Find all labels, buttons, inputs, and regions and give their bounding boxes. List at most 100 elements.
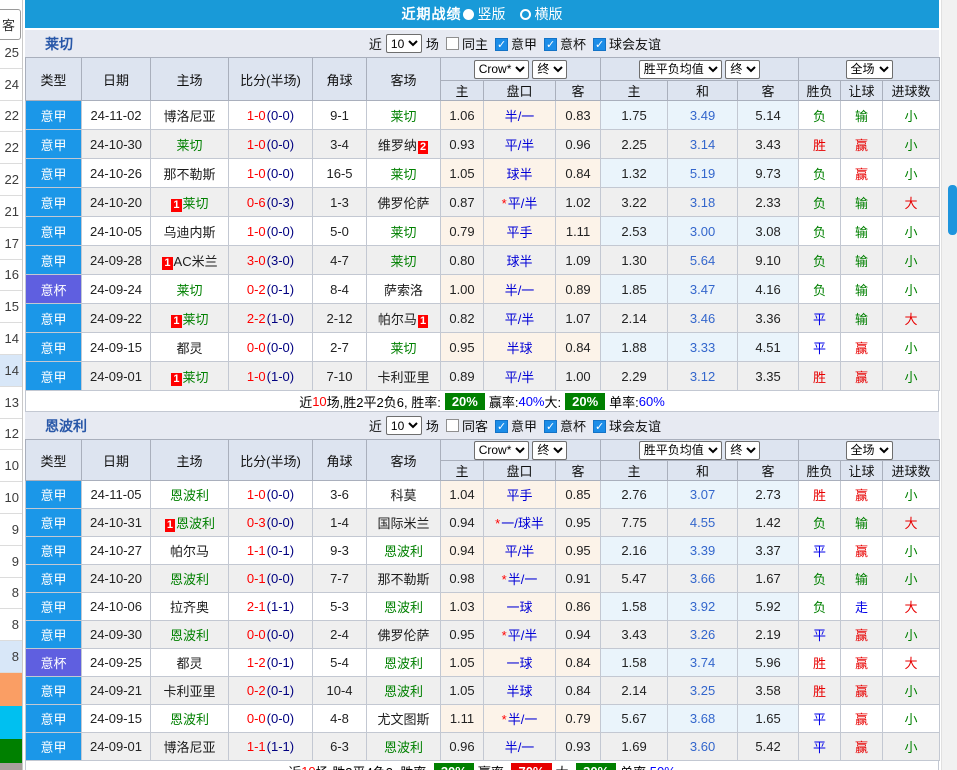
away-team-name[interactable]: 佛罗伦萨 [377, 628, 429, 643]
league-filter-label[interactable]: 意杯 [560, 37, 586, 52]
same-venue-label[interactable]: 同客 [462, 416, 488, 435]
sidebar-block-cyan[interactable] [0, 706, 22, 739]
sidebar-number[interactable]: 22 [0, 101, 22, 133]
sidebar-number[interactable]: 16 [0, 260, 22, 292]
recent-count-select[interactable]: 10 [386, 34, 422, 53]
home-team-name[interactable]: AC米兰 [174, 254, 218, 269]
sidebar-number[interactable]: 22 [0, 164, 22, 196]
league-filter-label[interactable]: 意甲 [511, 37, 537, 52]
home-team-name[interactable]: 帕尔马 [170, 544, 209, 559]
sidebar-block-gray[interactable] [0, 763, 22, 770]
scope-select[interactable]: 全场 [846, 60, 893, 79]
sidebar-number[interactable]: 17 [0, 228, 22, 260]
odds-company-period-select[interactable]: 终 [532, 441, 567, 460]
sidebar-number[interactable]: 12 [0, 419, 22, 451]
home-team-name[interactable]: 莱切 [183, 370, 209, 385]
recent-count-select[interactable]: 10 [386, 416, 422, 435]
team-name-1[interactable]: 莱切 [45, 34, 73, 54]
home-team-name[interactable]: 卡利亚里 [163, 684, 215, 699]
sidebar-number[interactable]: 9 [0, 514, 22, 546]
home-team-name[interactable]: 恩波利 [176, 516, 215, 531]
sidebar-number[interactable]: 9 [0, 546, 22, 578]
sidebar-number[interactable]: 14 [0, 355, 22, 387]
league-filter-checkbox[interactable] [495, 38, 508, 51]
home-team-name[interactable]: 乌迪内斯 [163, 225, 215, 240]
home-team-name[interactable]: 恩波利 [170, 628, 209, 643]
league-filter-label[interactable]: 意甲 [511, 419, 537, 434]
league-filter-checkbox[interactable] [593, 38, 606, 51]
away-team-name[interactable]: 佛罗伦萨 [377, 196, 429, 211]
vertical-layout-label[interactable]: 竖版 [478, 4, 506, 24]
away-team-name[interactable]: 恩波利 [384, 600, 423, 615]
away-team-name[interactable]: 恩波利 [384, 740, 423, 755]
away-team-name[interactable]: 卡利亚里 [377, 370, 429, 385]
away-team-name[interactable]: 那不勒斯 [377, 572, 429, 587]
same-venue-checkbox[interactable] [446, 419, 459, 432]
avg-odds-select[interactable]: 胜平负均值 [639, 60, 722, 79]
home-team-name[interactable]: 拉齐奥 [170, 600, 209, 615]
away-team-name[interactable]: 莱切 [390, 341, 416, 356]
home-team-name[interactable]: 莱切 [183, 196, 209, 211]
home-team-name[interactable]: 恩波利 [170, 712, 209, 727]
sidebar-number[interactable]: 8 [0, 609, 22, 641]
odds-company-select[interactable]: Crow* [474, 60, 529, 79]
sidebar-number[interactable]: 13 [0, 387, 22, 419]
away-team-name[interactable]: 国际米兰 [377, 516, 429, 531]
league-filter-label[interactable]: 球会友谊 [609, 37, 661, 52]
horizontal-layout-label[interactable]: 横版 [535, 4, 563, 24]
league-filter-checkbox[interactable] [544, 420, 557, 433]
avg-odds-select[interactable]: 胜平负均值 [639, 441, 722, 460]
away-team-name[interactable]: 莱切 [390, 254, 416, 269]
sidebar-number[interactable]: 8 [0, 578, 22, 610]
sidebar-number[interactable]: 8 [0, 641, 22, 673]
home-team-name[interactable]: 都灵 [176, 656, 202, 671]
league-filter-checkbox[interactable] [495, 420, 508, 433]
sidebar-number[interactable]: 21 [0, 196, 22, 228]
home-team-name[interactable]: 恩波利 [170, 572, 209, 587]
avg-odds-period-select[interactable]: 终 [725, 60, 760, 79]
league-filter-checkbox[interactable] [544, 38, 557, 51]
home-team-name[interactable]: 莱切 [183, 312, 209, 327]
league-filter-checkbox[interactable] [593, 420, 606, 433]
away-team-name[interactable]: 科莫 [390, 488, 416, 503]
away-team-name[interactable]: 莱切 [390, 167, 416, 182]
team-name-2[interactable]: 恩波利 [45, 416, 87, 436]
same-venue-label[interactable]: 同主 [462, 34, 488, 53]
away-team-name[interactable]: 恩波利 [384, 544, 423, 559]
home-team-name[interactable]: 莱切 [176, 138, 202, 153]
sidebar-number[interactable]: 10 [0, 450, 22, 482]
avg-odds-period-select[interactable]: 终 [725, 441, 760, 460]
home-team-name[interactable]: 博洛尼亚 [163, 740, 215, 755]
away-team-name[interactable]: 萨索洛 [384, 283, 423, 298]
away-team-name[interactable]: 莱切 [390, 109, 416, 124]
away-team-name[interactable]: 恩波利 [384, 684, 423, 699]
horizontal-layout-radio[interactable] [520, 9, 531, 20]
away-team-name[interactable]: 莱切 [390, 225, 416, 240]
sidebar-number[interactable]: 14 [0, 323, 22, 355]
sidebar-number[interactable]: 10 [0, 482, 22, 514]
home-team-name[interactable]: 都灵 [176, 341, 202, 356]
sidebar-number[interactable]: 15 [0, 291, 22, 323]
scrollbar-track[interactable] [941, 0, 957, 770]
sidebar-block-orange[interactable] [0, 673, 22, 706]
scope-select[interactable]: 全场 [846, 441, 893, 460]
away-team-name[interactable]: 维罗纳 [378, 138, 417, 153]
same-venue-checkbox[interactable] [446, 37, 459, 50]
sidebar-number[interactable]: 25 [0, 37, 22, 69]
league-filter-label[interactable]: 意杯 [560, 419, 586, 434]
scrollbar-thumb[interactable] [948, 185, 957, 235]
home-team-name[interactable]: 莱切 [176, 283, 202, 298]
odds-company-period-select[interactable]: 终 [532, 60, 567, 79]
home-team-name[interactable]: 恩波利 [170, 488, 209, 503]
vertical-layout-radio[interactable] [463, 9, 474, 20]
home-team-name[interactable]: 博洛尼亚 [163, 109, 215, 124]
away-team-name[interactable]: 尤文图斯 [377, 712, 429, 727]
away-team-name[interactable]: 帕尔马 [378, 312, 417, 327]
home-team-name[interactable]: 那不勒斯 [163, 167, 215, 182]
sidebar-number[interactable]: 24 [0, 69, 22, 101]
odds-company-select[interactable]: Crow* [474, 441, 529, 460]
league-filter-label[interactable]: 球会友谊 [609, 419, 661, 434]
sidebar-number[interactable]: 22 [0, 132, 22, 164]
away-team-name[interactable]: 恩波利 [384, 656, 423, 671]
sidebar-block-green[interactable] [0, 739, 22, 763]
